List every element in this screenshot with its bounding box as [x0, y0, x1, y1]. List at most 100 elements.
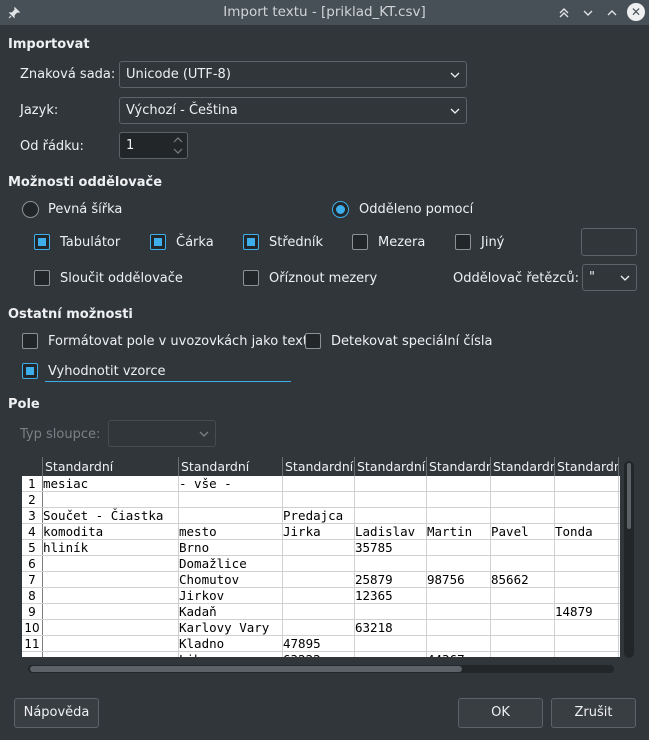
table-cell	[491, 540, 555, 556]
column-header[interactable]: Standardní	[179, 457, 283, 476]
table-cell: 47895	[283, 636, 355, 652]
row-number[interactable]: 7	[22, 572, 43, 587]
semicolon-checkbox[interactable]	[243, 234, 259, 250]
charset-combo[interactable]: Unicode (UTF-8)	[119, 61, 467, 88]
trim-spaces-checkbox[interactable]	[243, 270, 259, 286]
table-cell: 14879	[555, 604, 619, 620]
table-cell	[491, 492, 555, 508]
charset-value: Unicode (UTF-8)	[126, 67, 231, 82]
maximize-icon[interactable]	[602, 3, 622, 23]
merge-delimiters-label: Sloučit oddělovače	[60, 271, 183, 286]
minimize-icon[interactable]	[578, 3, 598, 23]
table-cell: Kladno	[179, 636, 283, 652]
merge-delimiters-checkbox[interactable]	[34, 270, 50, 286]
from-row-label: Od řádku:	[20, 139, 84, 154]
separated-by-radio[interactable]	[332, 201, 349, 218]
table-cell	[491, 508, 555, 524]
ok-button[interactable]: OK	[458, 698, 543, 728]
preview-grid[interactable]: Standardní Standardní Standardní Standardní…	[22, 457, 620, 657]
column-header[interactable]: Standardní	[355, 457, 427, 476]
column-header[interactable]: Standardní	[427, 457, 491, 476]
separated-by-label: Odděleno pomocí	[359, 202, 474, 217]
from-row-spinbox[interactable]: 1	[119, 132, 188, 159]
row-number[interactable]: 5	[22, 540, 43, 555]
table-row: 6 Domažlice	[22, 556, 620, 572]
detect-special-numbers-checkbox[interactable]	[305, 333, 321, 349]
column-header[interactable]: Standardní	[43, 457, 179, 476]
trim-spaces-label: Oříznout mezery	[269, 271, 378, 286]
table-row: 2	[22, 492, 620, 508]
column-header[interactable]: Standardní	[555, 457, 619, 476]
row-number[interactable]: 4	[22, 524, 43, 539]
space-checkbox[interactable]	[352, 234, 368, 250]
column-header[interactable]: Standardní	[491, 457, 555, 476]
focus-underline	[45, 381, 291, 382]
cancel-button[interactable]: Zrušit	[551, 698, 636, 728]
row-number[interactable]: 9	[22, 604, 43, 619]
row-number[interactable]: 10	[22, 620, 43, 635]
row-number[interactable]: 3	[22, 508, 43, 523]
table-cell	[427, 556, 491, 572]
detect-special-numbers-label: Detekovat speciální čísla	[331, 334, 493, 349]
evaluate-formulas-checkbox[interactable]	[22, 363, 38, 379]
table-cell	[427, 620, 491, 636]
table-cell	[283, 572, 355, 588]
tab-checkbox[interactable]	[34, 234, 50, 250]
string-delimiter-label: Oddělovač řetězců:	[453, 271, 579, 286]
separator-heading: Možnosti oddělovače	[8, 175, 163, 190]
table-row: 4 komodita mesto Jirka Ladislav Martin Pavel To…	[22, 524, 620, 540]
fixed-width-radio[interactable]	[22, 201, 39, 218]
table-cell: Predajca	[283, 508, 355, 524]
other-label: Jiný	[481, 235, 505, 250]
row-number[interactable]: 11	[22, 636, 43, 651]
other-checkbox[interactable]	[455, 234, 471, 250]
row-number[interactable]	[22, 652, 43, 657]
vertical-scroll-thumb[interactable]	[627, 463, 631, 529]
table-cell	[355, 508, 427, 524]
table-cell	[427, 588, 491, 604]
table-cell: 44367	[427, 652, 491, 657]
quoted-as-text-checkbox[interactable]	[22, 333, 38, 349]
chevron-down-icon	[199, 431, 209, 437]
table-cell	[427, 476, 491, 492]
table-row: 11 Kladno 47895	[22, 636, 620, 652]
other-separator-input[interactable]	[581, 228, 637, 256]
column-header[interactable]: Standardní	[283, 457, 355, 476]
table-cell: Pavel	[491, 524, 555, 540]
close-icon[interactable]: ✕	[627, 3, 645, 21]
table-cell: - vše -	[179, 476, 283, 492]
table-cell: Ladislav	[355, 524, 427, 540]
language-combo[interactable]: Výchozí - Čeština	[119, 97, 467, 124]
table-cell	[283, 588, 355, 604]
row-number[interactable]: 6	[22, 556, 43, 571]
column-type-combo[interactable]	[108, 420, 216, 447]
spin-up-icon[interactable]	[173, 136, 183, 144]
table-cell	[355, 636, 427, 652]
table-cell: 12365	[355, 588, 427, 604]
row-number[interactable]: 1	[22, 476, 43, 491]
spin-down-icon[interactable]	[173, 147, 183, 155]
space-label: Mezera	[378, 235, 426, 250]
table-cell	[43, 604, 179, 620]
from-row-value: 1	[126, 138, 135, 153]
help-button[interactable]: Nápověda	[14, 698, 99, 728]
table-cell: Tonda	[555, 524, 619, 540]
comma-checkbox[interactable]	[150, 234, 166, 250]
string-delimiter-combo[interactable]: "	[582, 264, 637, 291]
table-cell	[283, 492, 355, 508]
table-cell: Karlovy Vary	[179, 620, 283, 636]
table-cell	[555, 476, 619, 492]
table-cell	[179, 492, 283, 508]
table-cell	[555, 540, 619, 556]
table-row: 9 Kadaň 14879	[22, 604, 620, 620]
horizontal-scroll-thumb[interactable]	[30, 666, 462, 672]
table-cell	[355, 476, 427, 492]
row-number[interactable]: 2	[22, 492, 43, 507]
table-row: 8 Jirkov 12365	[22, 588, 620, 604]
chevron-down-icon	[450, 108, 460, 114]
row-number[interactable]: 8	[22, 588, 43, 603]
table-cell: 35785	[355, 540, 427, 556]
keep-above-icon[interactable]	[554, 3, 574, 23]
table-cell	[283, 540, 355, 556]
table-cell	[427, 540, 491, 556]
